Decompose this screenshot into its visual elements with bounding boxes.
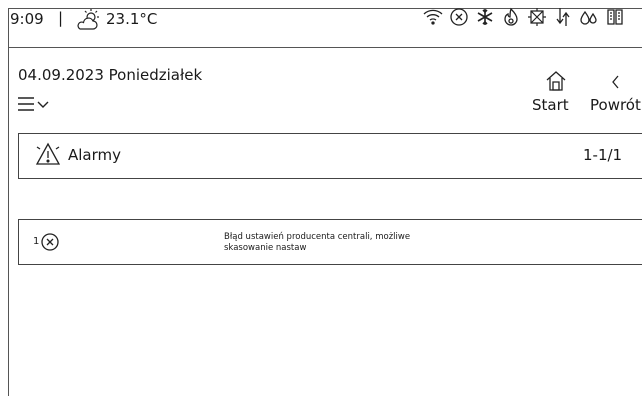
outdoor-temperature: 23.1°C (106, 10, 158, 28)
wifi-icon (423, 9, 443, 25)
status-icons (422, 6, 642, 32)
alarm-number: 1 (33, 236, 40, 247)
warning-icon (35, 142, 61, 165)
alarms-title: Alarmy (68, 146, 122, 164)
filter-icon (607, 9, 623, 25)
heat-exchanger-icon (528, 8, 546, 26)
home-icon (546, 71, 566, 91)
start-label[interactable]: Start (532, 96, 569, 114)
error-circle-icon (41, 233, 59, 251)
snowflake-icon (477, 9, 493, 25)
humidity-icon (580, 10, 597, 25)
error-circle-icon (450, 8, 468, 26)
hamburger-icon (18, 97, 49, 111)
status-separator: | (58, 9, 64, 27)
clock: 9:09 (10, 10, 44, 28)
flame-icon (504, 7, 518, 26)
date-display: 04.09.2023 Poniedziałek (18, 66, 203, 84)
chevron-left-icon (612, 75, 619, 89)
partly-cloudy-icon (76, 8, 102, 32)
menu-button[interactable] (17, 94, 57, 114)
alarms-count: 1-1/1 (583, 146, 623, 164)
airflow-icon (556, 8, 570, 26)
alarm-message: Błąd ustawień producenta centrali, możli… (224, 232, 411, 253)
back-label[interactable]: Powrót (590, 96, 641, 114)
